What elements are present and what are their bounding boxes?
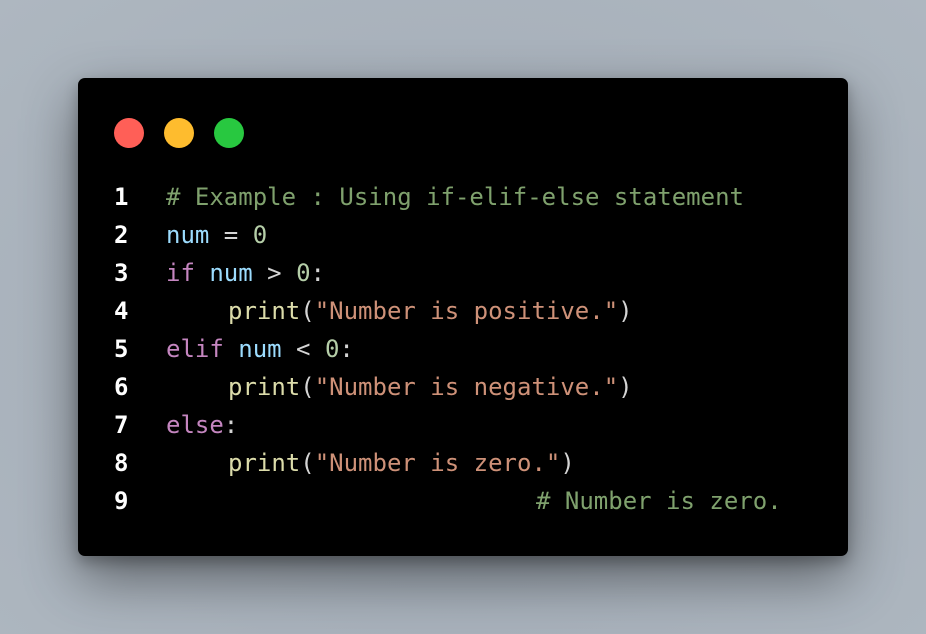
code-text: # Example : Using if-elif-else statement — [166, 178, 744, 216]
code-line: 8 print("Number is zero.") — [78, 444, 848, 482]
code-text: # Number is zero. — [536, 482, 782, 520]
close-dot[interactable] — [114, 118, 144, 148]
code-text: print("Number is negative.") — [166, 368, 633, 406]
token-keyword: elif — [166, 335, 224, 363]
token-string: "Number is negative." — [314, 373, 619, 401]
token-punct — [224, 335, 238, 363]
token-punct: > — [252, 259, 297, 287]
token-punct: ) — [618, 297, 633, 325]
token-variable: num — [166, 221, 210, 249]
token-number: 0 — [324, 335, 340, 363]
code-block: 1 # Example : Using if-elif-else statemen… — [78, 178, 848, 520]
token-keyword: if — [166, 259, 195, 287]
line-number: 8 — [114, 449, 129, 477]
token-function: print — [228, 373, 301, 401]
token-punct: : — [310, 259, 325, 287]
token-punct: ( — [300, 373, 315, 401]
code-text: print("Number is positive.") — [166, 292, 633, 330]
token-punct: = — [209, 221, 253, 249]
token-string: "Number is zero." — [314, 449, 561, 477]
token-keyword: else — [166, 411, 224, 439]
code-text: elif num < 0: — [166, 330, 354, 368]
token-comment: # Example : Using if-elif-else statement — [166, 183, 744, 211]
code-text: num = 0 — [166, 216, 267, 254]
code-text: else: — [166, 406, 238, 444]
code-line: 5 elif num < 0: — [78, 330, 848, 368]
line-number: 6 — [114, 373, 129, 401]
line-number: 7 — [114, 411, 129, 439]
token-comment: # Number is zero. — [536, 487, 782, 515]
code-line: 4 print("Number is positive.") — [78, 292, 848, 330]
code-line: 2 num = 0 — [78, 216, 848, 254]
code-text: if num > 0: — [166, 254, 325, 292]
line-number: 5 — [114, 335, 129, 363]
token-variable: num — [209, 259, 253, 287]
code-line: 3 if num > 0: — [78, 254, 848, 292]
token-punct: ) — [560, 449, 575, 477]
token-punct: < — [281, 335, 325, 363]
token-number: 0 — [296, 259, 311, 287]
code-line: 1 # Example : Using if-elif-else statemen… — [78, 178, 848, 216]
maximize-dot[interactable] — [214, 118, 244, 148]
token-punct: : — [339, 335, 354, 363]
line-number: 4 — [114, 297, 129, 325]
code-line: 9 # Number is zero. — [78, 482, 848, 520]
token-function: print — [228, 297, 301, 325]
token-punct: ( — [300, 297, 315, 325]
line-number: 2 — [114, 221, 129, 249]
code-line: 7 else: — [78, 406, 848, 444]
token-punct: ) — [618, 373, 633, 401]
token-punct — [195, 259, 209, 287]
line-number: 1 — [114, 183, 129, 211]
code-line: 6 print("Number is negative.") — [78, 368, 848, 406]
token-function: print — [228, 449, 301, 477]
token-punct: : — [223, 411, 239, 439]
line-number: 3 — [114, 259, 129, 287]
token-variable: num — [238, 335, 282, 363]
code-window: 1 # Example : Using if-elif-else statemen… — [78, 78, 848, 556]
token-string: "Number is positive." — [314, 297, 619, 325]
line-number: 9 — [114, 487, 129, 515]
minimize-dot[interactable] — [164, 118, 194, 148]
token-punct: ( — [300, 449, 315, 477]
token-number: 0 — [252, 221, 268, 249]
code-text: print("Number is zero.") — [166, 444, 575, 482]
